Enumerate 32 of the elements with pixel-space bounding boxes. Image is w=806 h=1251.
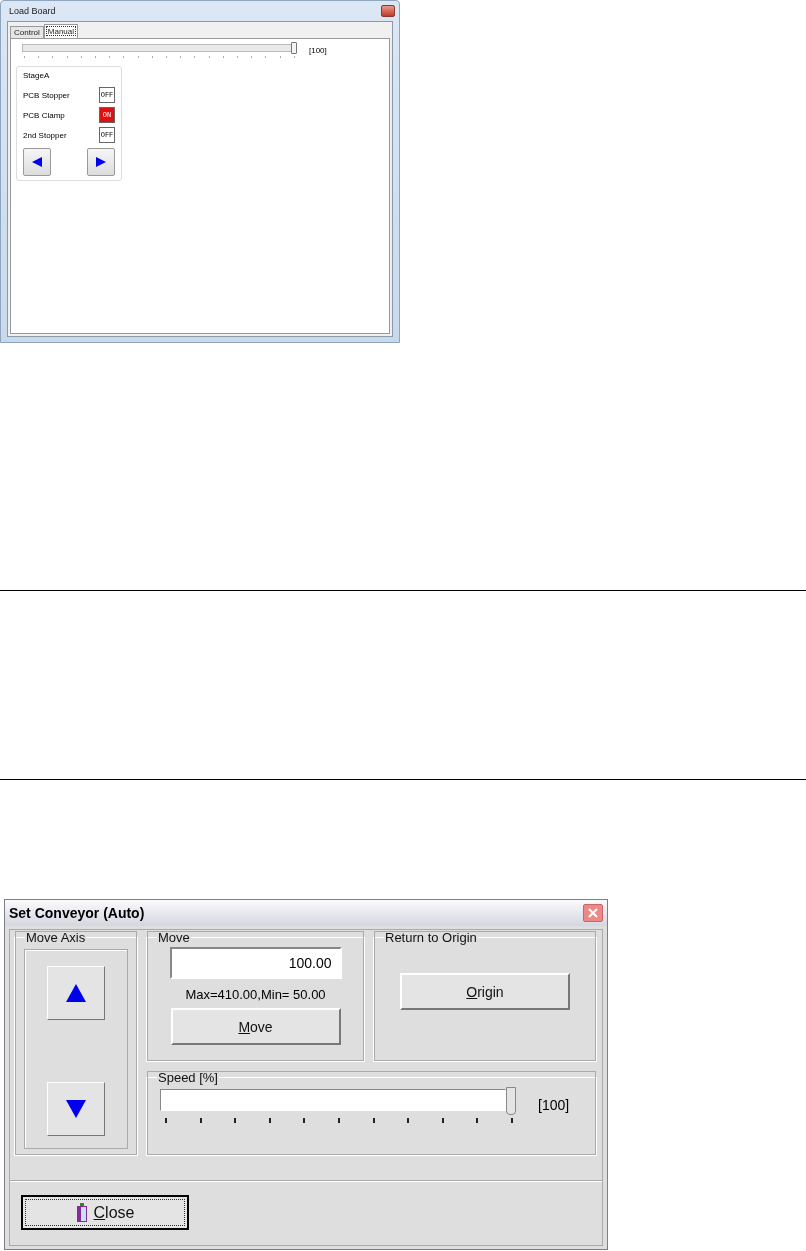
right-arrow-icon xyxy=(95,156,107,168)
left-arrow-icon xyxy=(31,156,43,168)
slider-thumb[interactable] xyxy=(506,1087,516,1115)
slider-thumb[interactable] xyxy=(291,42,297,54)
switch-label: PCB Stopper xyxy=(23,90,70,100)
tab[interactable]: Control xyxy=(10,26,44,38)
slider-value: [100] xyxy=(538,1097,570,1113)
group-title: StageA xyxy=(23,71,50,80)
switch-label: PCB Clamp xyxy=(23,110,65,120)
door-icon xyxy=(75,1202,88,1223)
slider-value: [100] xyxy=(309,46,327,55)
range-text: Max=410.00,Min= 50.00 xyxy=(185,987,326,1002)
tab[interactable]: Manual xyxy=(43,24,79,38)
input-field[interactable]: 100.00 xyxy=(169,947,342,979)
up-arrow-icon xyxy=(66,984,86,1002)
move-button[interactable]: Move xyxy=(170,1008,341,1045)
close-button[interactable]: Close xyxy=(21,1195,189,1230)
group-title: Speed [%] xyxy=(157,1070,219,1085)
close-icon[interactable] xyxy=(583,904,603,922)
left-arrow-button[interactable] xyxy=(23,148,51,176)
down-arrow-button[interactable] xyxy=(47,1082,105,1136)
window-title: Set Conveyor (Auto) xyxy=(9,905,145,921)
right-arrow-button[interactable] xyxy=(87,148,115,176)
switch-label: 2nd Stopper xyxy=(23,130,67,140)
group-title: Return to Origin xyxy=(384,930,478,945)
window-title: Load Board xyxy=(9,6,56,16)
group-title: Move xyxy=(157,930,191,945)
close-icon[interactable] xyxy=(381,5,395,17)
up-arrow-button[interactable] xyxy=(47,966,105,1020)
down-arrow-icon xyxy=(66,1100,86,1118)
origin-button[interactable]: Origin xyxy=(400,973,570,1010)
group-title: Move Axis xyxy=(25,930,87,945)
